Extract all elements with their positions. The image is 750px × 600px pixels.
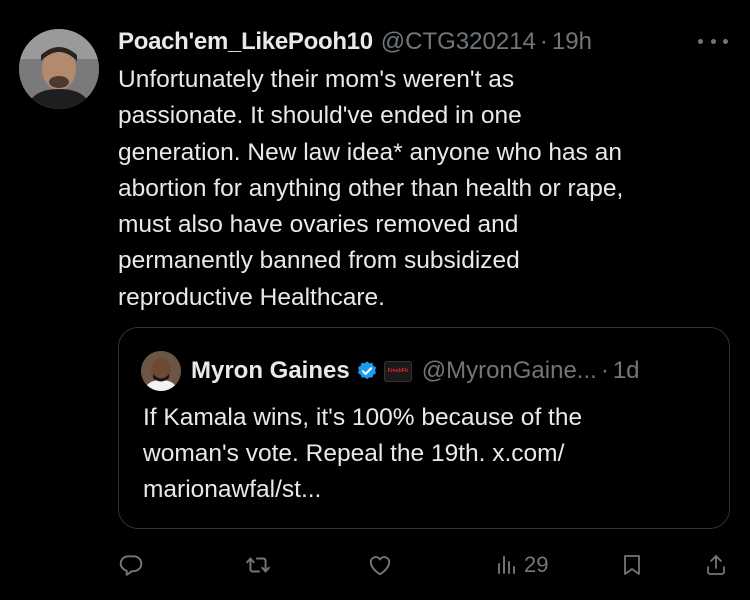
quoted-text: If Kamala wins, it's 100% because of the…: [143, 404, 583, 503]
verified-badge-icon: [356, 360, 378, 382]
quoted-display-name[interactable]: Myron Gaines: [191, 355, 350, 387]
bookmark-icon: [620, 552, 644, 578]
views-button[interactable]: 29: [494, 551, 548, 579]
more-horizontal-icon[interactable]: [698, 36, 728, 46]
reply-button[interactable]: [118, 551, 150, 579]
bookmark-button[interactable]: [620, 551, 644, 579]
timestamp[interactable]: 19h: [552, 26, 592, 58]
heart-icon: [367, 552, 393, 578]
quoted-separator: ·: [600, 357, 609, 384]
quoted-avatar[interactable]: [141, 351, 181, 391]
views-chart-icon: [494, 552, 518, 578]
display-name[interactable]: Poach'em_LikePooh10: [118, 26, 373, 58]
retweet-icon: [245, 552, 271, 578]
retweet-button[interactable]: [245, 551, 277, 579]
quoted-handle[interactable]: @MyronGaine...: [422, 355, 597, 387]
like-button[interactable]: [367, 551, 399, 579]
share-button[interactable]: [704, 551, 728, 579]
tweet-header: Poach'em_LikePooh10 @CTG320214 · 19h: [118, 26, 592, 58]
handle[interactable]: @CTG320214: [381, 26, 536, 58]
separator: ·: [539, 28, 548, 55]
tweet[interactable]: Poach'em_LikePooh10 @CTG320214 · 19h Unf…: [0, 0, 750, 600]
reply-icon: [118, 552, 144, 578]
views-count: 29: [524, 552, 549, 577]
action-bar: 29: [0, 545, 750, 585]
tweet-text: Unfortunately their mom's weren't as pas…: [118, 66, 624, 311]
affiliate-badge[interactable]: FreshFit: [383, 360, 412, 382]
avatar[interactable]: [19, 29, 99, 109]
quoted-header: Myron Gaines FreshFit @MyronGaine... · 1…: [191, 355, 640, 387]
quoted-tweet[interactable]: Myron Gaines FreshFit @MyronGaine... · 1…: [118, 327, 730, 529]
quoted-timestamp[interactable]: 1d: [613, 355, 640, 387]
share-icon: [704, 552, 728, 578]
